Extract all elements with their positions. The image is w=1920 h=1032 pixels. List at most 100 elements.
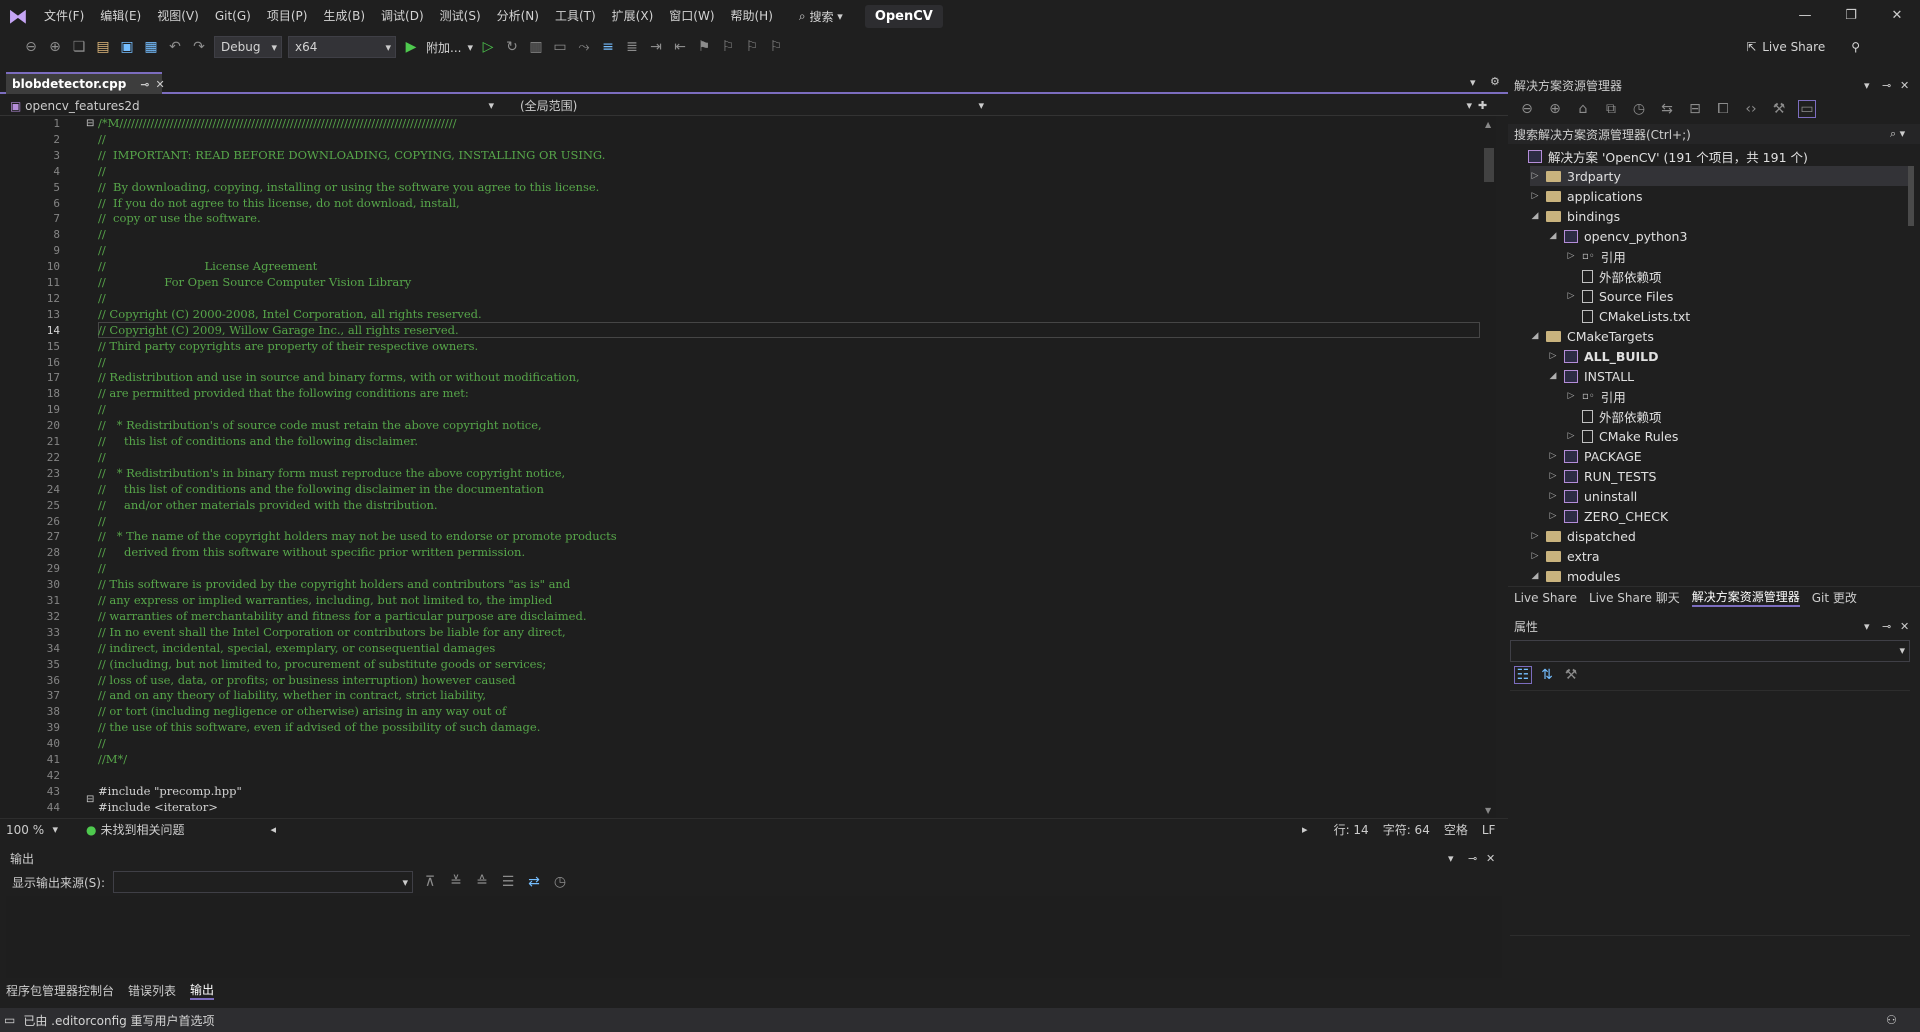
output-pin-icon[interactable]: ⊸ bbox=[1468, 852, 1477, 865]
word-wrap-icon[interactable]: ⇄ bbox=[525, 874, 543, 890]
menu-item-12[interactable]: 帮助(H) bbox=[723, 0, 781, 32]
se-pin-icon[interactable]: ⊸ bbox=[1882, 79, 1891, 92]
expand-toggle-icon[interactable]: ▷ bbox=[1548, 451, 1558, 461]
expand-toggle-icon[interactable]: ◢ bbox=[1530, 571, 1540, 581]
output-menu-icon[interactable]: ▾ bbox=[1448, 852, 1454, 865]
tree-item[interactable]: ▷ Source Files bbox=[1566, 286, 1908, 306]
undo-icon[interactable]: ↶ bbox=[166, 39, 184, 55]
char-indicator[interactable]: 字符: 64 bbox=[1383, 821, 1430, 838]
expand-toggle-icon[interactable]: ▷ bbox=[1566, 251, 1576, 261]
sync-icon[interactable]: ⇆ bbox=[1658, 101, 1676, 117]
expand-toggle-icon[interactable]: ◢ bbox=[1530, 331, 1540, 341]
se-close-icon[interactable]: ✕ bbox=[1900, 79, 1909, 92]
expand-toggle-icon[interactable]: ▷ bbox=[1566, 291, 1576, 301]
se-forward-icon[interactable]: ⊕ bbox=[1546, 101, 1564, 117]
start-icon[interactable]: ▶ bbox=[402, 39, 420, 55]
issues-label[interactable]: 未找到相关问题 bbox=[100, 821, 184, 838]
menu-item-11[interactable]: 窗口(W) bbox=[661, 0, 722, 32]
tree-item[interactable]: ▷ dispatched bbox=[1530, 526, 1908, 546]
notifications-icon[interactable]: ⚇ bbox=[1886, 1013, 1897, 1027]
hscroll-right-icon[interactable]: ▸ bbox=[1302, 823, 1308, 836]
visual-studio-logo-icon[interactable]: ⧓ bbox=[0, 0, 36, 32]
tab-package-manager-console[interactable]: 程序包管理器控制台 bbox=[6, 982, 114, 999]
se-scrollbar[interactable] bbox=[1906, 150, 1916, 580]
scope-combo[interactable]: (全局范围) ▾ bbox=[500, 97, 990, 114]
expand-toggle-icon[interactable]: ◢ bbox=[1548, 231, 1558, 241]
pending-changes-icon[interactable]: ◷ bbox=[1630, 101, 1648, 117]
tree-item[interactable]: ▷ RUN_TESTS bbox=[1548, 466, 1908, 486]
show-all-files-icon[interactable]: ⧠ bbox=[1714, 101, 1732, 117]
output-content[interactable] bbox=[6, 896, 1502, 978]
start-without-debugging-icon[interactable]: ▷ bbox=[479, 39, 497, 55]
open-folder-icon[interactable]: ▤ bbox=[94, 39, 112, 55]
tree-item[interactable]: CMakeLists.txt bbox=[1566, 306, 1908, 326]
configuration-select[interactable]: Debug ▾ bbox=[214, 36, 282, 58]
tab-blobdetector[interactable]: blobdetector.cpp ⊸ ✕ bbox=[6, 72, 165, 94]
tree-item[interactable]: ▷ uninstall bbox=[1548, 486, 1908, 506]
expand-toggle-icon[interactable]: ▷ bbox=[1548, 511, 1558, 521]
tree-item[interactable]: ▷ 3rdparty bbox=[1530, 166, 1908, 186]
menu-item-9[interactable]: 工具(T) bbox=[547, 0, 604, 32]
expand-toggle-icon[interactable]: ▷ bbox=[1530, 191, 1540, 201]
output-close-icon[interactable]: ✕ bbox=[1486, 852, 1495, 865]
indent-icon[interactable]: ⇥ bbox=[647, 39, 665, 55]
expand-toggle-icon[interactable]: ▷ bbox=[1548, 491, 1558, 501]
tree-item[interactable]: ◢ CMakeTargets bbox=[1530, 326, 1908, 346]
properties-wrench-icon[interactable]: ⚒ bbox=[1770, 101, 1788, 117]
menu-item-5[interactable]: 生成(B) bbox=[315, 0, 373, 32]
preview-icon[interactable]: ▭ bbox=[1798, 100, 1816, 118]
collapse-include-icon[interactable]: ⊟ bbox=[86, 794, 94, 805]
hot-reload-icon[interactable]: ↻ bbox=[503, 39, 521, 55]
search-button[interactable]: ⌕ 搜索 ▾ bbox=[789, 0, 853, 32]
next-message-icon[interactable]: ≙ bbox=[473, 874, 491, 890]
tab-live-share[interactable]: Live Share bbox=[1514, 591, 1577, 605]
back-icon[interactable]: ⊖ bbox=[22, 39, 40, 55]
tab-output[interactable]: 输出 bbox=[190, 981, 215, 1000]
whitespace-indicator[interactable]: 空格 bbox=[1444, 821, 1468, 838]
tree-item[interactable]: ◢ INSTALL bbox=[1548, 366, 1908, 386]
tab-list-icon[interactable]: ▾ bbox=[1470, 76, 1476, 89]
solution-tree[interactable]: 解决方案 'OpenCV' (191 个项目，共 191 个) ▷ 3rdparty… bbox=[1508, 146, 1908, 582]
se-back-icon[interactable]: ⊖ bbox=[1518, 101, 1536, 117]
forward-icon[interactable]: ⊕ bbox=[46, 39, 64, 55]
expand-toggle-icon[interactable]: ▷ bbox=[1566, 431, 1576, 441]
prop-pin-icon[interactable]: ⊸ bbox=[1882, 620, 1891, 633]
menu-item-3[interactable]: Git(G) bbox=[207, 0, 259, 32]
layout-icon[interactable]: ▭ bbox=[551, 39, 569, 55]
eol-indicator[interactable]: LF bbox=[1482, 823, 1496, 837]
menu-item-7[interactable]: 测试(S) bbox=[432, 0, 489, 32]
live-share-button[interactable]: ⇱ Live Share ⚲ bbox=[1746, 32, 1860, 62]
menu-item-10[interactable]: 扩展(X) bbox=[604, 0, 662, 32]
solution-explorer-search[interactable]: 搜索解决方案资源管理器(Ctrl+;) ⌕ ▾ bbox=[1508, 124, 1920, 144]
bookmark-icon[interactable]: ⚑ bbox=[695, 39, 713, 55]
menu-item-4[interactable]: 项目(P) bbox=[259, 0, 316, 32]
settings-icon[interactable]: ⚙ bbox=[1490, 75, 1500, 88]
tree-item[interactable]: ▷ applications bbox=[1530, 186, 1908, 206]
view-code-icon[interactable]: ‹› bbox=[1742, 101, 1760, 117]
expand-toggle-icon[interactable]: ▷ bbox=[1530, 551, 1540, 561]
prop-close-icon[interactable]: ✕ bbox=[1900, 620, 1909, 633]
status-message-icon[interactable]: ▭ bbox=[4, 1013, 15, 1027]
outdent-icon[interactable]: ⇤ bbox=[671, 39, 689, 55]
attach-button[interactable]: 附加... bbox=[426, 39, 461, 56]
hscroll-left-icon[interactable]: ◂ bbox=[271, 823, 277, 836]
step-icon[interactable]: ⤳ bbox=[575, 39, 593, 55]
se-search-icon[interactable]: ⌕ ▾ bbox=[1890, 127, 1905, 141]
properties-grid[interactable] bbox=[1510, 690, 1910, 936]
uncomment-icon[interactable]: ≣ bbox=[623, 39, 641, 55]
line-indicator[interactable]: 行: 14 bbox=[1334, 821, 1369, 838]
close-tab-icon[interactable]: ✕ bbox=[156, 78, 165, 91]
alphabetical-icon[interactable]: ⇅ bbox=[1538, 667, 1556, 683]
home-icon[interactable]: ⌂ bbox=[1574, 101, 1592, 117]
member-combo[interactable]: ▾ bbox=[990, 99, 1478, 112]
expand-toggle-icon[interactable]: ◢ bbox=[1548, 371, 1558, 381]
menu-item-1[interactable]: 编辑(E) bbox=[92, 0, 149, 32]
expand-toggle-icon[interactable]: ▷ bbox=[1530, 171, 1540, 181]
collapse-icon[interactable]: ⊟ bbox=[86, 118, 94, 129]
tree-item[interactable]: ▷ extra bbox=[1530, 546, 1908, 566]
tree-item[interactable]: 解决方案 'OpenCV' (191 个项目，共 191 个) bbox=[1512, 146, 1908, 166]
code-editor[interactable]: 1 2 3 4 5 6 7 8 9 10 11 12 13 14 15 16 17 18 19 20 21 22 23 24 2… bbox=[0, 116, 1496, 818]
tree-item[interactable]: ▷ ▫◦ 引用 bbox=[1566, 246, 1908, 266]
expand-toggle-icon[interactable]: ▷ bbox=[1530, 531, 1540, 541]
tree-item[interactable]: ▷ PACKAGE bbox=[1548, 446, 1908, 466]
